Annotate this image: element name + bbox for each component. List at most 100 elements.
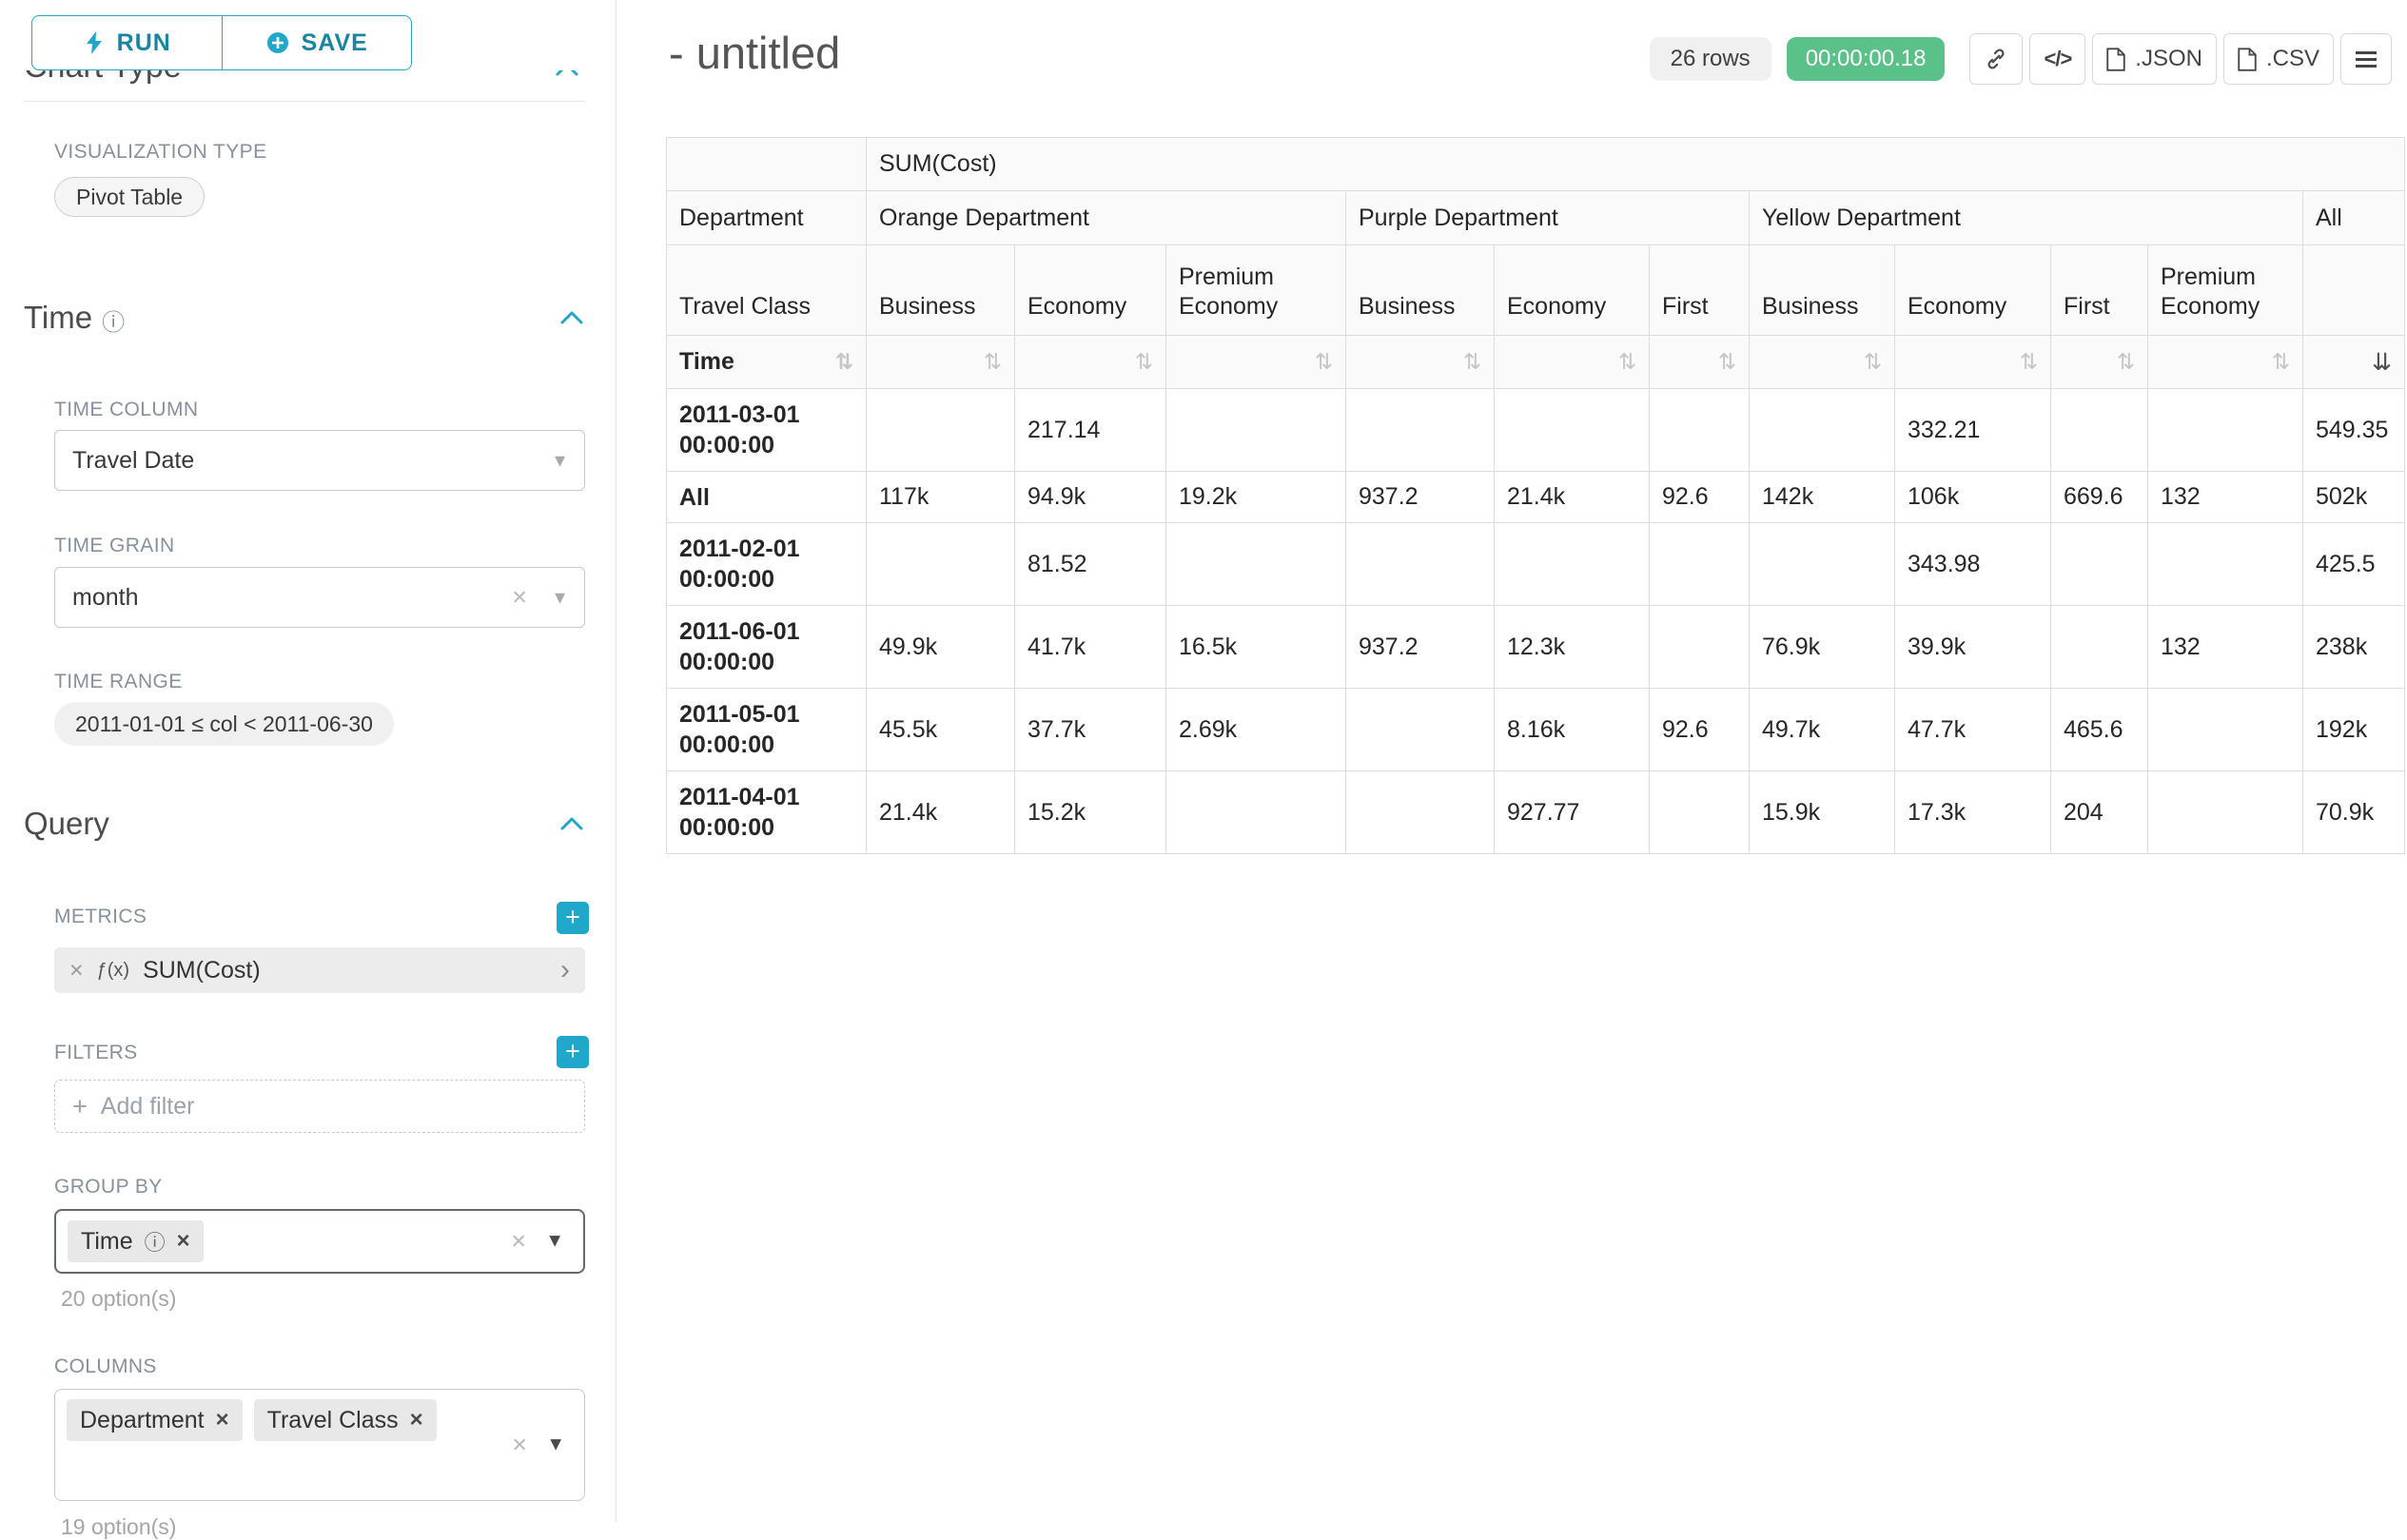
- sort-icon[interactable]: ⇅: [1463, 349, 1481, 374]
- chart-area: - untitled 26 rows 00:00:00.18 </> .JSON: [617, 0, 2407, 1522]
- sort-cell[interactable]: ⇅: [2148, 336, 2303, 389]
- remove-tag-icon[interactable]: ×: [177, 1228, 190, 1255]
- pivot-cell: 238k: [2303, 606, 2405, 689]
- section-divider: [24, 101, 585, 102]
- info-icon[interactable]: ⓘ: [102, 303, 125, 337]
- clear-icon[interactable]: ×: [511, 1227, 526, 1257]
- remove-metric-icon[interactable]: ×: [69, 957, 84, 984]
- remove-tag-icon[interactable]: ×: [410, 1407, 423, 1433]
- group-by-select[interactable]: Time ⓘ × × ▼: [54, 1209, 585, 1274]
- export-button-group: </> .JSON .CSV: [1969, 33, 2392, 85]
- pivot-row: 2011-03-01 00:00:00217.14332.21549.35: [667, 389, 2405, 472]
- add-metric-button[interactable]: +: [557, 902, 589, 934]
- sort-icon[interactable]: ⇅: [984, 349, 1002, 374]
- pivot-cell: [1650, 606, 1750, 689]
- pivot-cell: 117k: [867, 472, 1015, 523]
- group-by-tag[interactable]: Time ⓘ ×: [68, 1220, 204, 1262]
- row-header: 2011-06-01 00:00:00: [667, 606, 867, 689]
- menu-button[interactable]: [2340, 33, 2392, 85]
- chevron-up-icon[interactable]: [558, 309, 585, 326]
- pivot-cell: [1346, 523, 1495, 606]
- sort-cell[interactable]: ⇅: [2051, 336, 2148, 389]
- pivot-row: 2011-05-01 00:00:0045.5k37.7k2.69k8.16k9…: [667, 689, 2405, 771]
- sort-cell[interactable]: ⇅: [1895, 336, 2051, 389]
- pivot-cell: [1166, 389, 1346, 472]
- sort-cell[interactable]: ⇅: [1346, 336, 1495, 389]
- pivot-cell: [2148, 771, 2303, 854]
- time-range-pill[interactable]: 2011-01-01 ≤ col < 2011-06-30: [54, 702, 394, 746]
- pivot-cell: 549.35: [2303, 389, 2405, 472]
- pivot-cell: [1750, 523, 1895, 606]
- pivot-cell: [1650, 523, 1750, 606]
- visualization-type-pill[interactable]: Pivot Table: [54, 177, 205, 217]
- columns-tag-label: Department: [80, 1407, 205, 1434]
- time-range-label: TIME RANGE: [54, 671, 183, 693]
- run-button[interactable]: RUN: [31, 15, 223, 70]
- department-group-header: Yellow Department: [1750, 191, 2303, 245]
- download-json-button[interactable]: .JSON: [2092, 33, 2217, 85]
- sort-cell[interactable]: ⇅: [1495, 336, 1650, 389]
- sort-icon[interactable]: ⇅: [1618, 349, 1636, 374]
- chevron-up-icon[interactable]: [558, 815, 585, 832]
- pivot-cell: 106k: [1895, 472, 2051, 523]
- travel-class-header: First: [2051, 245, 2148, 336]
- time-grain-select[interactable]: month × ▾: [54, 567, 585, 628]
- columns-tag[interactable]: Department ×: [67, 1399, 243, 1441]
- metric-pill[interactable]: × ƒ(x) SUM(Cost) ›: [54, 947, 585, 993]
- add-filter-plus-button[interactable]: +: [557, 1036, 589, 1068]
- corner-cell: [667, 138, 867, 191]
- run-button-label: RUN: [117, 29, 171, 57]
- file-icon: [2106, 48, 2125, 71]
- plus-icon: +: [72, 1092, 88, 1121]
- sort-icon[interactable]: ⇅: [1135, 349, 1153, 374]
- download-json-label: .JSON: [2135, 46, 2202, 72]
- sort-icon[interactable]: ⇊: [2372, 349, 2392, 376]
- pivot-cell: 19.2k: [1166, 472, 1346, 523]
- sort-cell[interactable]: ⇊: [2303, 336, 2405, 389]
- save-button[interactable]: SAVE: [222, 15, 413, 70]
- columns-tag[interactable]: Travel Class ×: [254, 1399, 437, 1441]
- file-icon: [2238, 48, 2257, 71]
- sort-icon[interactable]: ⇅: [835, 349, 853, 375]
- download-csv-button[interactable]: .CSV: [2223, 33, 2334, 85]
- pivot-cell: [1650, 771, 1750, 854]
- add-filter-label: Add filter: [101, 1093, 195, 1121]
- pivot-cell: [1495, 389, 1650, 472]
- columns-select[interactable]: Department × Travel Class × × ▼: [54, 1389, 585, 1501]
- pivot-cell: [2051, 389, 2148, 472]
- chart-title[interactable]: - untitled: [669, 27, 840, 79]
- view-query-button[interactable]: </>: [2029, 33, 2085, 85]
- pivot-cell: 17.3k: [1895, 771, 2051, 854]
- sort-cell[interactable]: ⇅: [867, 336, 1015, 389]
- pivot-cell: 332.21: [1895, 389, 2051, 472]
- sort-cell[interactable]: ⇅: [1166, 336, 1346, 389]
- save-button-label: SAVE: [302, 29, 368, 57]
- sort-icon[interactable]: ⇅: [2117, 349, 2135, 374]
- sort-icon[interactable]: ⇅: [1315, 349, 1333, 374]
- pivot-cell: [1750, 389, 1895, 472]
- code-icon: </>: [2044, 47, 2071, 71]
- travel-class-header: Economy: [1495, 245, 1650, 336]
- download-csv-label: .CSV: [2266, 46, 2319, 72]
- remove-tag-icon[interactable]: ×: [216, 1407, 229, 1433]
- time-column-value: Travel Date: [72, 447, 194, 475]
- pivot-row: 2011-02-01 00:00:0081.52343.98425.5: [667, 523, 2405, 606]
- sort-cell[interactable]: ⇅: [1650, 336, 1750, 389]
- clear-icon[interactable]: ×: [512, 583, 527, 613]
- sort-cell[interactable]: ⇅: [1015, 336, 1166, 389]
- time-column-select[interactable]: Travel Date ▾: [54, 430, 585, 491]
- pivot-cell: [2148, 523, 2303, 606]
- sort-cell[interactable]: ⇅: [1750, 336, 1895, 389]
- add-filter-button[interactable]: + Add filter: [54, 1080, 585, 1133]
- pivot-cell: 39.9k: [1895, 606, 2051, 689]
- sort-icon[interactable]: ⇅: [2020, 349, 2038, 374]
- info-icon[interactable]: ⓘ: [145, 1226, 166, 1257]
- department-label: Department: [667, 191, 867, 245]
- chevron-down-icon: ▼: [546, 1434, 565, 1456]
- chevron-down-icon: ▼: [545, 1231, 564, 1253]
- clear-icon[interactable]: ×: [512, 1431, 527, 1460]
- sort-icon[interactable]: ⇅: [2272, 349, 2290, 374]
- copy-link-button[interactable]: [1969, 33, 2023, 85]
- sort-icon[interactable]: ⇅: [1718, 349, 1736, 374]
- sort-icon[interactable]: ⇅: [1864, 349, 1882, 374]
